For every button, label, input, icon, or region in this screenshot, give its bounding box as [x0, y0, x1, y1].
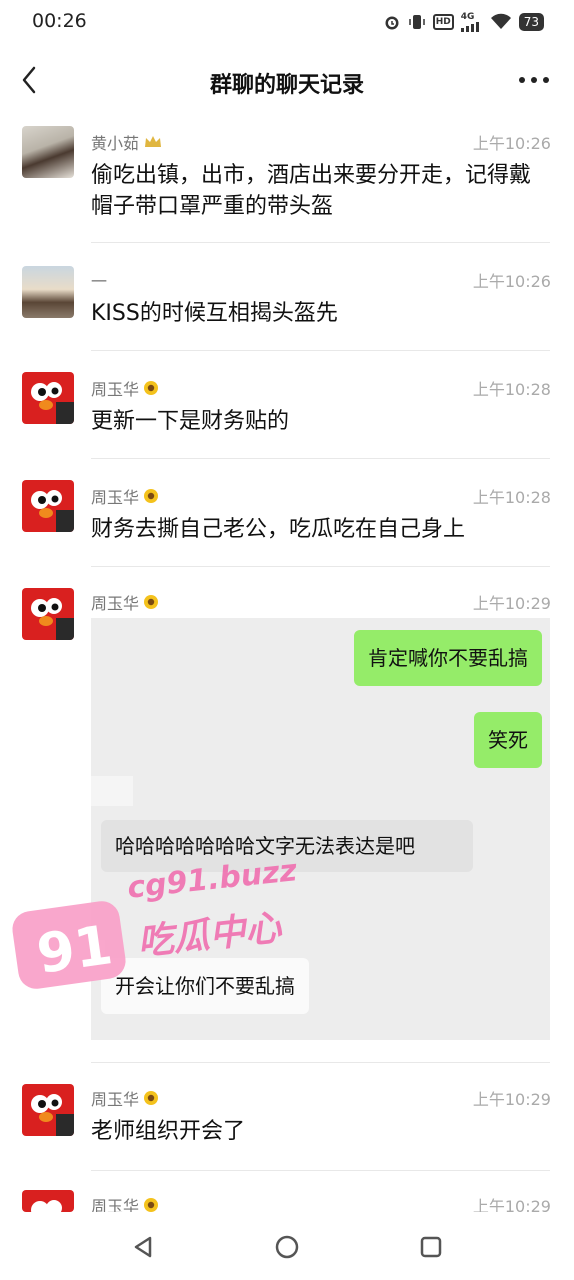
sender-name: 一 — [91, 272, 108, 291]
hd-indicator: HD — [432, 14, 454, 30]
system-nav-bar — [0, 1212, 574, 1280]
divider — [91, 566, 550, 567]
message-text: 财务去撕自己老公，吃瓜吃在自己身上 — [91, 517, 466, 542]
page-title: 群聊的聊天记录 — [209, 73, 364, 98]
back-triangle-icon[interactable] — [128, 1232, 158, 1262]
message-time: 上午10:28 — [472, 488, 551, 507]
sunflower-icon — [144, 1198, 159, 1212]
recents-square-icon[interactable] — [416, 1232, 446, 1262]
more-icon[interactable] — [516, 68, 552, 92]
screenshot-bubble: 笑死 — [474, 712, 542, 768]
signal-icon: 4G — [460, 12, 483, 32]
divider — [91, 350, 550, 351]
avatar[interactable] — [22, 480, 74, 532]
crown-icon — [145, 136, 162, 147]
sunflower-icon — [144, 1091, 159, 1105]
avatar[interactable] — [22, 372, 74, 424]
battery-icon: 73 — [518, 13, 544, 31]
message-time: 上午10:26 — [472, 272, 551, 291]
wifi-icon — [490, 13, 511, 29]
home-circle-icon[interactable] — [272, 1232, 302, 1262]
divider — [91, 458, 550, 459]
message-text: 偷吃出镇，出市，酒店出来要分开走，记得戴帽子带口罩严重的带头盔 — [91, 163, 532, 219]
avatar[interactable] — [22, 266, 74, 318]
message-time: 上午10:28 — [472, 380, 551, 399]
avatar[interactable] — [22, 1084, 74, 1136]
sender-name: 周玉华 — [91, 1086, 159, 1110]
divider — [91, 1170, 550, 1171]
avatar[interactable] — [22, 126, 74, 178]
status-icons: HD 4G 73 — [383, 12, 544, 32]
nav-bar: 群聊的聊天记录 — [0, 52, 574, 110]
sender-name: 周玉华 — [91, 590, 159, 614]
sunflower-icon — [144, 595, 159, 609]
divider — [91, 242, 550, 243]
watermark: 91 cg91.buzz 吃瓜中心 — [10, 853, 299, 1008]
avatar[interactable] — [22, 588, 74, 640]
status-time: 00:26 — [32, 10, 87, 32]
message-text: 老师组织开会了 — [91, 1119, 246, 1144]
message-time: 上午10:26 — [472, 134, 551, 153]
screenshot-bubble: 肯定喊你不要乱搞 — [354, 630, 542, 686]
sender-name: 周玉华 — [91, 484, 159, 508]
sunflower-icon — [144, 489, 159, 503]
sender-name: 黄小茹 — [91, 130, 163, 154]
sender-name: 周玉华 — [91, 376, 159, 400]
status-bar: 00:26 HD 4G 73 — [0, 0, 574, 44]
avatar[interactable] — [22, 1190, 74, 1212]
vibrate-icon — [408, 15, 425, 29]
watermark-number: 91 — [32, 913, 117, 986]
message-time: 上午10:29 — [472, 594, 551, 613]
alarm-icon — [385, 16, 399, 30]
watermark-label: 吃瓜中心 — [135, 907, 284, 964]
watermark-url: cg91.buzz — [125, 853, 299, 906]
sunflower-icon — [144, 381, 159, 395]
message-text: 更新一下是财务贴的 — [91, 409, 290, 434]
divider — [91, 1062, 550, 1063]
message-time: 上午10:29 — [472, 1090, 551, 1109]
message-text: KISS的时候互相揭头盔先 — [91, 301, 338, 326]
blurred-avatar — [91, 776, 133, 806]
